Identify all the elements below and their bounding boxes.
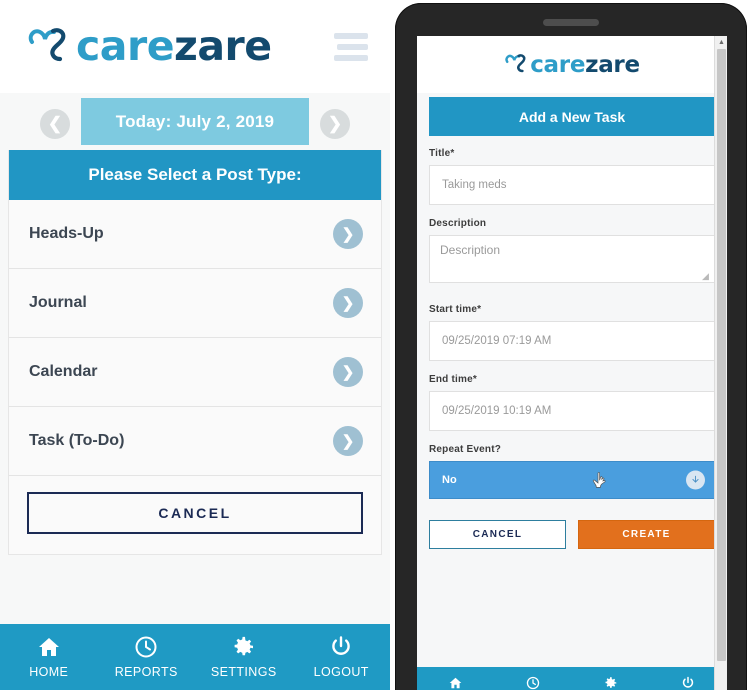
phone-scrollbar[interactable]: ▲ ▼ — [714, 36, 727, 690]
power-icon — [683, 676, 694, 688]
web-app-panel: carezare ❮ Today: July 2, 2019 ❯ Please … — [0, 0, 390, 690]
logo-wordmark: carezare — [530, 52, 640, 78]
scrollbar-thumb[interactable] — [717, 49, 726, 661]
clock-icon — [527, 676, 540, 689]
pointer-hand-cursor — [592, 472, 606, 488]
description-value: Description — [440, 243, 501, 257]
arrow-down-circle-icon[interactable] — [686, 470, 705, 490]
description-field-label: Description — [429, 218, 487, 229]
carezare-logo: carezare — [26, 26, 272, 68]
nav-item-settings[interactable]: SETTINGS — [195, 635, 293, 679]
arrow-down-glyph — [692, 475, 699, 483]
phone-logo-bar: carezare — [417, 36, 727, 93]
cancel-button-wrap: CANCEL — [9, 476, 381, 554]
form-action-buttons: CANCEL CREATE — [417, 520, 727, 549]
post-type-card: Please Select a Post Type: Heads-Up ❯ Jo… — [8, 150, 382, 555]
current-date-label[interactable]: Today: July 2, 2019 — [81, 98, 309, 145]
chevron-right-icon: ❯ — [333, 426, 363, 456]
phone-device-frame: carezare Add a New Task Title* Taking me… — [395, 3, 747, 690]
phone-bottom-navigation — [417, 667, 727, 690]
end-time-input[interactable]: 09/25/2019 10:19 AM — [429, 391, 715, 431]
date-navigation: ❮ Today: July 2, 2019 ❯ — [0, 93, 390, 150]
chevron-right-icon: ❯ — [333, 357, 363, 387]
phone-create-button[interactable]: CREATE — [578, 520, 715, 549]
cancel-button[interactable]: CANCEL — [27, 492, 363, 534]
nav-item-label: REPORTS — [114, 665, 178, 679]
hamburger-bar — [334, 54, 368, 61]
post-type-option-heads-up[interactable]: Heads-Up ❯ — [9, 200, 381, 269]
logo-wordmark: carezare — [76, 26, 272, 67]
phone-nav-item-settings[interactable] — [572, 676, 650, 690]
logo-zare-text: zare — [585, 51, 640, 78]
home-icon — [449, 677, 462, 688]
start-time-input[interactable]: 09/25/2019 07:19 AM — [429, 321, 715, 361]
repeat-event-value: No — [442, 474, 457, 486]
screenshot-stage: carezare ❮ Today: July 2, 2019 ❯ Please … — [0, 0, 750, 690]
gear-icon — [234, 636, 253, 656]
phone-speaker-grille — [543, 19, 599, 26]
chevron-left-icon[interactable]: ❮ — [40, 109, 70, 139]
nav-item-label: HOME — [29, 665, 69, 679]
logo-care-text: care — [76, 22, 175, 70]
post-type-option-label: Task (To-Do) — [29, 432, 125, 449]
nav-item-logout[interactable]: LOGOUT — [293, 635, 391, 679]
nav-item-home[interactable]: HOME — [0, 635, 98, 679]
resize-handle-icon[interactable]: ◢ — [702, 271, 712, 281]
nav-item-label: SETTINGS — [210, 665, 277, 679]
start-time-field-label: Start time* — [429, 304, 482, 315]
bottom-navigation: HOME REPORTS SETTINGS LOGOUT — [0, 624, 390, 690]
phone-mockup-panel: carezare Add a New Task Title* Taking me… — [390, 0, 750, 690]
repeat-event-field-label: Repeat Event? — [429, 444, 502, 455]
power-icon — [332, 636, 351, 655]
title-input[interactable]: Taking meds — [429, 165, 715, 205]
chevron-right-icon[interactable]: ❯ — [320, 109, 350, 139]
home-icon — [38, 638, 59, 656]
heart-logo-icon — [28, 27, 66, 61]
scroll-down-arrow[interactable]: ▼ — [715, 686, 727, 690]
end-time-field-label: End time* — [429, 374, 477, 385]
app-header: carezare — [0, 0, 390, 93]
logo-care-text: care — [530, 51, 586, 78]
title-field-label: Title* — [429, 148, 455, 159]
chevron-right-icon: ❯ — [333, 219, 363, 249]
phone-screen: carezare Add a New Task Title* Taking me… — [417, 36, 727, 690]
heart-logo-icon — [505, 54, 526, 73]
chevron-right-icon: ❯ — [333, 288, 363, 318]
phone-cancel-button[interactable]: CANCEL — [429, 520, 566, 549]
logo-zare-text: zare — [174, 22, 272, 70]
add-new-task-button[interactable]: Add a New Task — [429, 97, 715, 136]
post-type-option-label: Journal — [29, 294, 87, 311]
gear-icon — [605, 676, 616, 688]
phone-nav-item-reports[interactable] — [495, 676, 573, 690]
phone-nav-item-home[interactable] — [417, 676, 495, 690]
nav-item-reports[interactable]: REPORTS — [98, 635, 196, 679]
task-form: Title* Taking meds Description Descripti… — [417, 136, 727, 499]
nav-item-label: LOGOUT — [313, 665, 369, 679]
description-textarea[interactable]: Description ◢ — [429, 235, 715, 283]
hamburger-bar — [337, 43, 368, 50]
post-type-option-label: Heads-Up — [29, 225, 104, 242]
scroll-up-arrow[interactable]: ▲ — [715, 36, 727, 48]
clock-icon — [135, 636, 157, 658]
post-type-header: Please Select a Post Type: — [9, 150, 381, 200]
post-type-option-calendar[interactable]: Calendar ❯ — [9, 338, 381, 407]
post-type-option-journal[interactable]: Journal ❯ — [9, 269, 381, 338]
hamburger-icon[interactable] — [334, 32, 368, 61]
hamburger-bar — [334, 32, 368, 39]
post-type-option-label: Calendar — [29, 363, 98, 380]
post-type-option-task[interactable]: Task (To-Do) ❯ — [9, 407, 381, 476]
repeat-event-dropdown[interactable]: No — [429, 461, 715, 499]
